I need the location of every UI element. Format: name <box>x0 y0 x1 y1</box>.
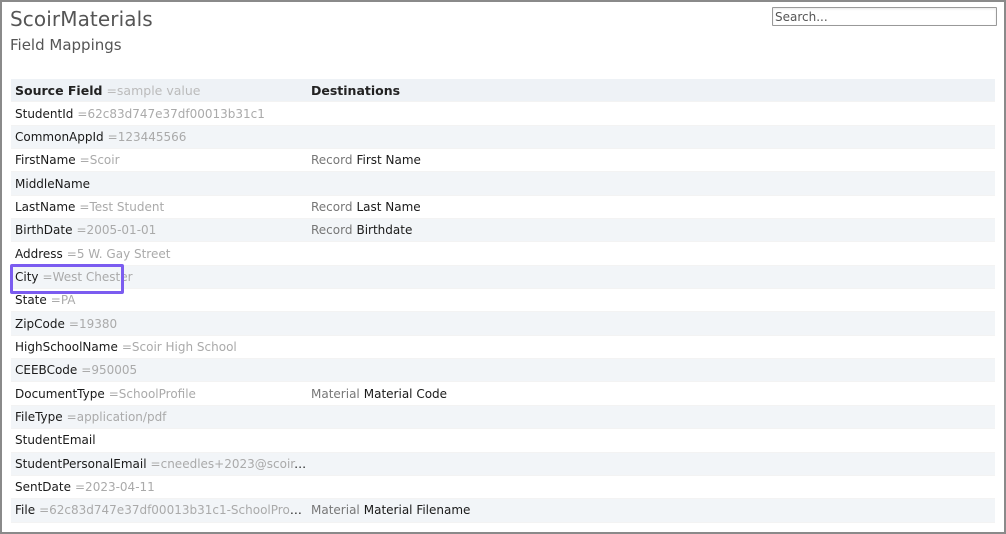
field-name: StudentEmail <box>15 433 96 448</box>
destinations-column-header: Destinations <box>311 82 401 98</box>
source-field-cell: File =62c83d747e37df00013b31c1-SchoolProf… <box>11 503 307 517</box>
source-field-cell: CommonAppId =123445566 <box>11 130 307 144</box>
field-name: Address <box>15 246 63 261</box>
field-name: BirthDate <box>15 223 73 238</box>
source-field-header: Source Field <box>15 82 103 98</box>
destination-type: Record <box>311 153 353 168</box>
field-name: City <box>15 269 39 284</box>
destination-cell: Material Material Filename <box>307 503 470 517</box>
table-row[interactable]: LastName =Test Student Record Last Name <box>11 196 995 220</box>
destination-field: Last Name <box>356 199 421 214</box>
sample-value: =Scoir High School <box>121 339 237 354</box>
destination-field: Material Code <box>363 386 448 401</box>
field-name: LastName <box>15 199 76 214</box>
sample-value: =cneedles+2023@scoir.com <box>150 456 307 471</box>
source-field-cell: LastName =Test Student <box>11 200 307 214</box>
destination-type: Record <box>311 223 353 238</box>
sample-value-header: =sample value <box>106 82 201 98</box>
field-name: FileType <box>15 409 63 424</box>
field-name: CEEBCode <box>15 363 78 378</box>
field-name: State <box>15 293 47 308</box>
destination-field: Material Filename <box>363 503 471 518</box>
table-row[interactable]: HighSchoolName =Scoir High School <box>11 336 995 360</box>
sample-value: =950005 <box>81 363 138 378</box>
field-name: HighSchoolName <box>15 339 118 354</box>
app-window: ScoirMaterials Field Mappings Source Fie… <box>0 0 1006 534</box>
sample-value: =123445566 <box>107 129 187 144</box>
destination-type: Record <box>311 199 353 214</box>
table-header-row: Source Field =sample value Destinations <box>11 79 995 103</box>
table-row[interactable]: Address =5 W. Gay Street <box>11 242 995 266</box>
table-row[interactable]: StudentId =62c83d747e37df00013b31c1 <box>11 102 995 126</box>
source-field-cell: Address =5 W. Gay Street <box>11 247 307 261</box>
field-name: CommonAppId <box>15 129 104 144</box>
field-name: DocumentType <box>15 386 105 401</box>
source-field-cell: CEEBCode =950005 <box>11 363 307 377</box>
table-row[interactable]: StudentPersonalEmail =cneedles+2023@scoir… <box>11 452 995 476</box>
table-row[interactable]: File =62c83d747e37df00013b31c1-SchoolProf… <box>11 499 995 523</box>
source-field-cell: City =West Chester <box>11 270 307 284</box>
source-field-cell: MiddleName <box>11 177 307 191</box>
source-column-header: Source Field =sample value <box>11 83 307 98</box>
destination-field: Birthdate <box>356 223 413 238</box>
source-field-cell: FileType =application/pdf <box>11 410 307 424</box>
sample-value: =PA <box>50 293 76 308</box>
table-row[interactable]: MiddleName <box>11 172 995 196</box>
field-name: FirstName <box>15 153 76 168</box>
destination-type: Material <box>311 386 360 401</box>
source-field-cell: ZipCode =19380 <box>11 317 307 331</box>
table-row[interactable]: FileType =application/pdf <box>11 405 995 430</box>
sample-value: =5 W. Gay Street <box>66 246 171 261</box>
source-field-cell: SentDate =2023-04-11 <box>11 480 307 494</box>
destination-cell: Record First Name <box>307 153 421 167</box>
field-name: MiddleName <box>15 176 91 191</box>
sample-value: =19380 <box>68 316 118 331</box>
table-row[interactable]: State =PA <box>11 289 995 313</box>
field-name: StudentId <box>15 106 74 121</box>
sample-value: =62c83d747e37df00013b31c1 <box>77 106 265 121</box>
sample-value: =Scoir <box>79 153 120 168</box>
source-field-cell: StudentEmail <box>11 433 307 447</box>
source-field-cell: FirstName =Scoir <box>11 153 307 167</box>
destination-type: Material <box>311 503 360 518</box>
table-row[interactable]: BirthDate =2005-01-01 Record Birthdate <box>11 219 995 243</box>
table-row[interactable]: DocumentType =SchoolProfile Material Materi… <box>11 382 995 406</box>
sample-value: =62c83d747e37df00013b31c1-SchoolProfile-… <box>39 503 307 518</box>
destination-cell: Record Birthdate <box>307 223 412 237</box>
source-field-cell: BirthDate =2005-01-01 <box>11 223 307 237</box>
table-row[interactable]: CommonAppId =123445566 <box>11 125 995 150</box>
destination-cell: Record Last Name <box>307 200 421 214</box>
field-mappings-table: Source Field =sample value Destinations S… <box>11 79 995 523</box>
app-title: ScoirMaterials <box>10 7 153 31</box>
source-field-cell: StudentPersonalEmail =cneedles+2023@scoir… <box>11 457 307 471</box>
field-name: StudentPersonalEmail <box>15 456 147 471</box>
table-row[interactable]: ZipCode =19380 <box>11 312 995 336</box>
page-subtitle: Field Mappings <box>10 36 122 54</box>
source-field-cell: DocumentType =SchoolProfile <box>11 387 307 401</box>
sample-value: =2023-04-11 <box>75 480 155 495</box>
sample-value: =2005-01-01 <box>76 223 157 238</box>
table-row[interactable]: SentDate =2023-04-11 <box>11 476 995 500</box>
search-input[interactable] <box>772 7 997 26</box>
field-name: SentDate <box>15 480 71 495</box>
field-name: ZipCode <box>15 316 65 331</box>
table-row[interactable]: City =West Chester <box>11 265 995 290</box>
source-field-cell: State =PA <box>11 293 307 307</box>
source-field-cell: HighSchoolName =Scoir High School <box>11 340 307 354</box>
table-row[interactable]: FirstName =Scoir Record First Name <box>11 149 995 173</box>
table-row[interactable]: StudentEmail <box>11 429 995 453</box>
sample-value: =West Chester <box>42 269 133 284</box>
table-row[interactable]: CEEBCode =950005 <box>11 359 995 383</box>
destination-cell: Material Material Code <box>307 387 447 401</box>
sample-value: =Test Student <box>79 199 165 214</box>
field-name: File <box>15 503 36 518</box>
source-field-cell: StudentId =62c83d747e37df00013b31c1 <box>11 107 307 121</box>
destination-field: First Name <box>356 153 421 168</box>
sample-value: =application/pdf <box>66 409 167 424</box>
sample-value: =SchoolProfile <box>108 386 196 401</box>
table-body: StudentId =62c83d747e37df00013b31c1 Common… <box>11 102 995 523</box>
